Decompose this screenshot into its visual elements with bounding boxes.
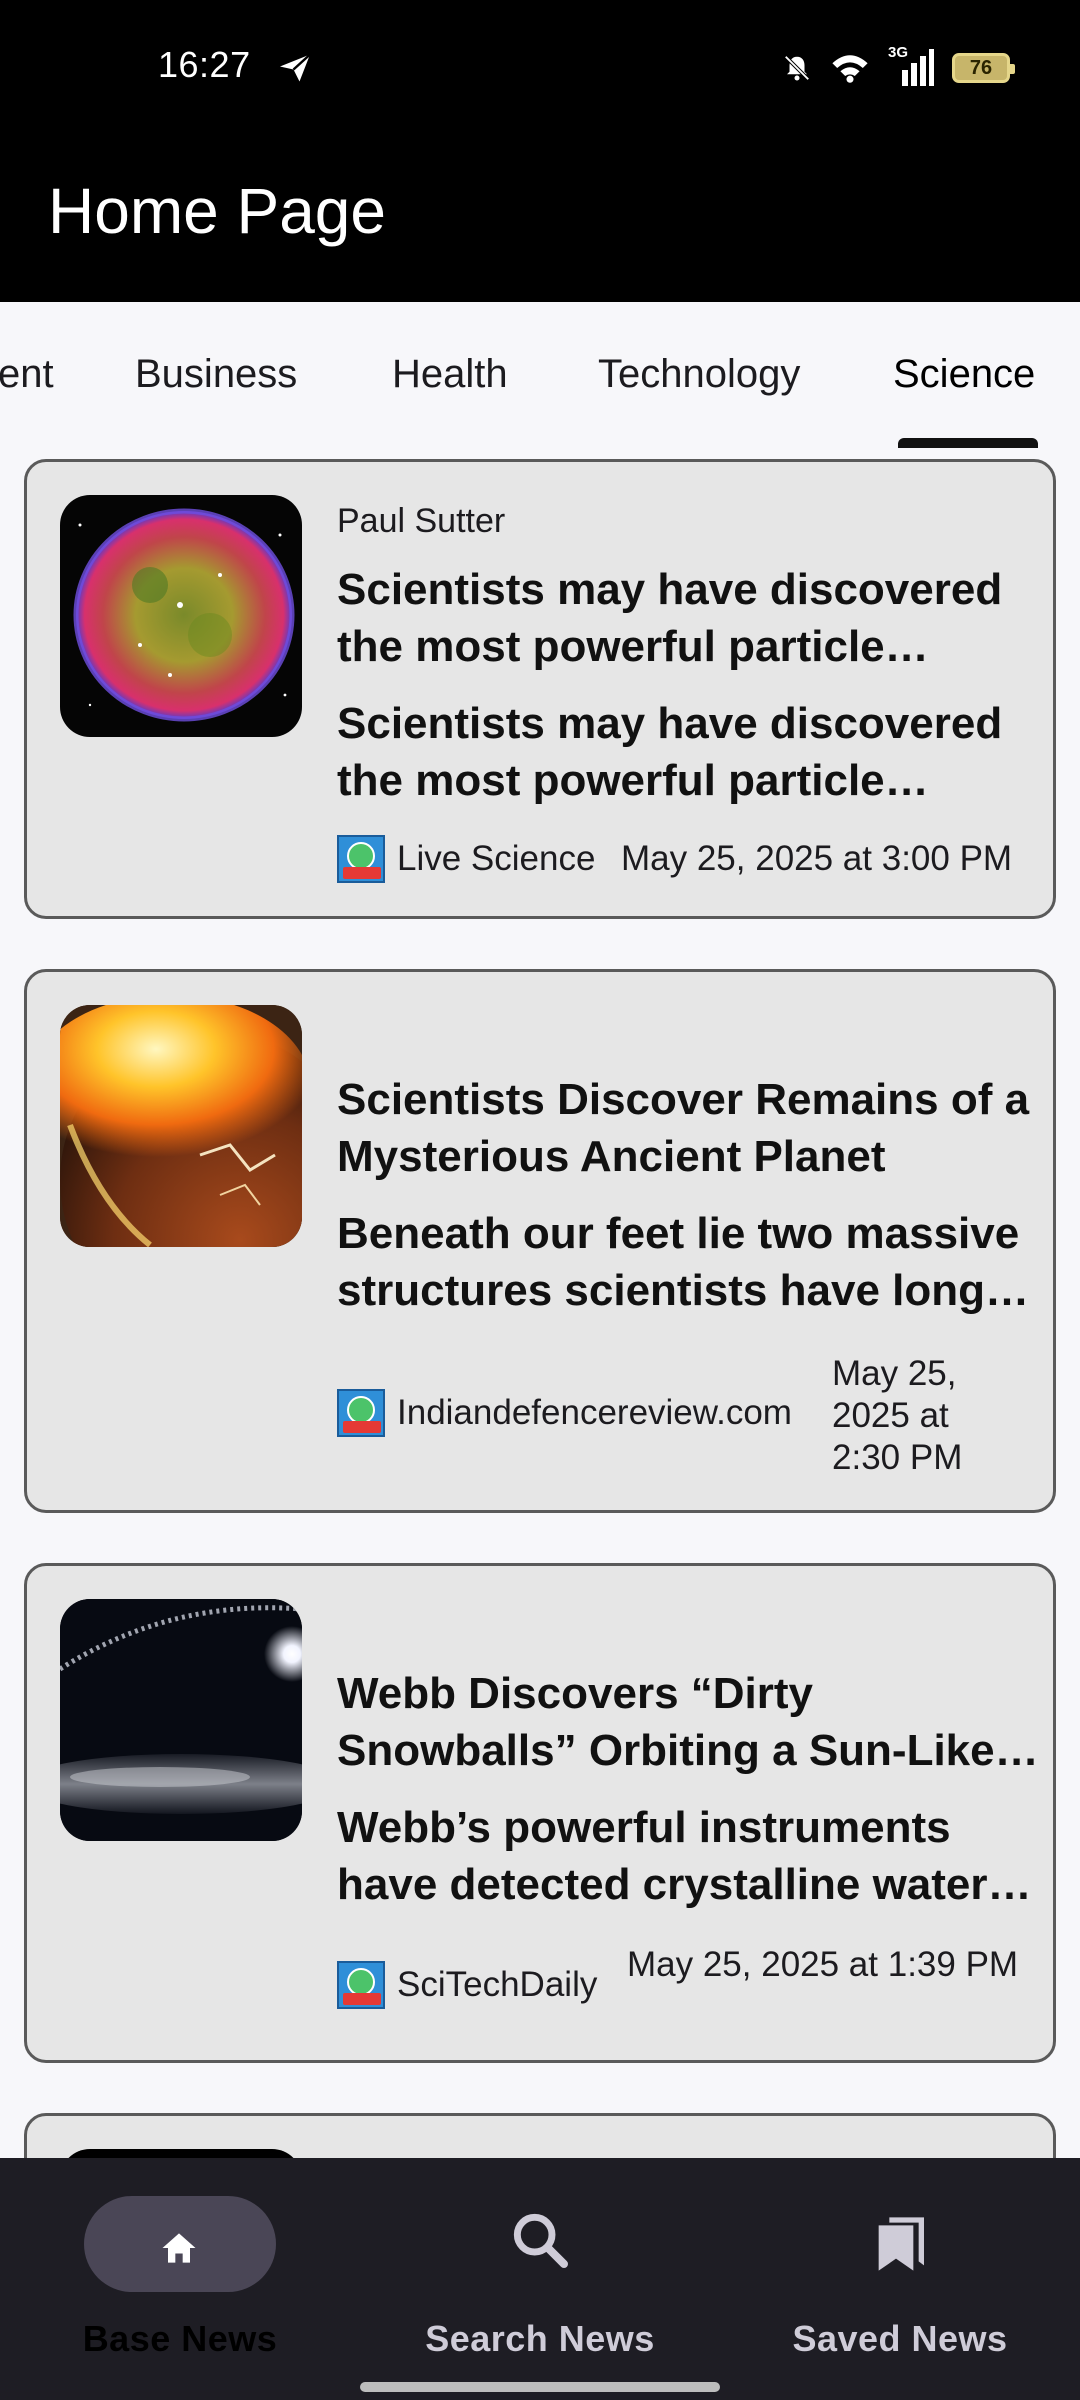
app-bar: Home Page xyxy=(0,134,1080,302)
home-icon xyxy=(162,2233,196,2263)
status-time: 16:27 xyxy=(158,44,251,85)
nav-label: Saved News xyxy=(792,2318,1008,2359)
article-description: Beneath our feet lie two massive structu… xyxy=(337,1209,1020,1315)
screen: 16:27 3G 76 Home Page ent Business Healt… xyxy=(0,0,1080,2400)
nav-label: Base News xyxy=(82,2318,278,2359)
telegram-icon xyxy=(280,53,311,82)
battery-icon: 76 xyxy=(952,53,1015,83)
article-source: Indiandefencereview.com xyxy=(337,1389,792,1437)
source-name: SciTechDaily xyxy=(397,1965,598,2004)
article-title: Scientists Discover Remains of a Mysteri… xyxy=(337,1075,1030,1181)
article-card[interactable]: Webb Discovers “Dirty Snowballs” Orbitin… xyxy=(24,1563,1056,2063)
tab-science[interactable]: Science xyxy=(893,352,1035,397)
article-date: May 25, 2025 at 2:30 PM xyxy=(832,1354,963,1477)
search-icon xyxy=(513,2213,568,2268)
article-author: Paul Sutter xyxy=(337,502,506,540)
article-title: Scientists may have discovered the most … xyxy=(337,565,1003,671)
article-card[interactable]: Paul Sutter Scientists may have discover… xyxy=(24,459,1056,919)
source-name: Live Science xyxy=(397,839,596,878)
status-bar: 16:27 3G 76 xyxy=(0,0,1080,134)
signal-icon: 3G xyxy=(888,44,934,88)
article-thumbnail xyxy=(60,1005,302,1247)
source-name: Indiandefencereview.com xyxy=(397,1393,792,1432)
article-date: May 25, 2025 at 1:39 PM xyxy=(627,1945,1019,1984)
nav-base-news[interactable]: Base News xyxy=(0,2158,360,2400)
bookmarks-icon xyxy=(878,2217,924,2271)
article-title: Webb Discovers “Dirty Snowballs” Orbitin… xyxy=(337,1669,995,1775)
tab-entertainment[interactable]: ent xyxy=(0,352,54,397)
article-thumbnail xyxy=(60,1599,302,1841)
article-source: Live Science xyxy=(337,835,595,883)
nav-saved-news[interactable]: Saved News xyxy=(720,2158,1080,2400)
wifi-icon xyxy=(832,55,868,83)
tab-technology[interactable]: Technology xyxy=(598,352,800,397)
bell-off-icon xyxy=(784,55,810,81)
gesture-handle[interactable] xyxy=(360,2382,720,2392)
nav-search-news[interactable]: Search News xyxy=(360,2158,720,2400)
article-thumbnail xyxy=(60,495,302,737)
article-card[interactable]: Scientists Discover Remains of a Mysteri… xyxy=(24,969,1056,1513)
tab-health[interactable]: Health xyxy=(392,352,508,397)
nav-label: Search News xyxy=(425,2318,655,2359)
news-source-icon xyxy=(337,1389,385,1437)
news-source-icon xyxy=(337,835,385,883)
status-icons: 3G 76 xyxy=(782,44,1015,90)
category-tabs: ent Business Health Technology Science xyxy=(0,302,1080,448)
tab-business[interactable]: Business xyxy=(135,352,297,397)
article-source: SciTechDaily xyxy=(337,1961,597,2009)
article-date: May 25, 2025 at 3:00 PM xyxy=(621,839,1013,878)
tab-indicator xyxy=(898,438,1038,448)
news-source-icon xyxy=(337,1961,385,2009)
page-title: Home Page xyxy=(48,175,386,247)
article-description: Webb’s powerful instruments have detecte… xyxy=(337,1803,988,1909)
bottom-navigation: Base News Search News Saved News xyxy=(0,2158,1080,2400)
article-description: Scientists may have discovered the most … xyxy=(337,699,1003,805)
